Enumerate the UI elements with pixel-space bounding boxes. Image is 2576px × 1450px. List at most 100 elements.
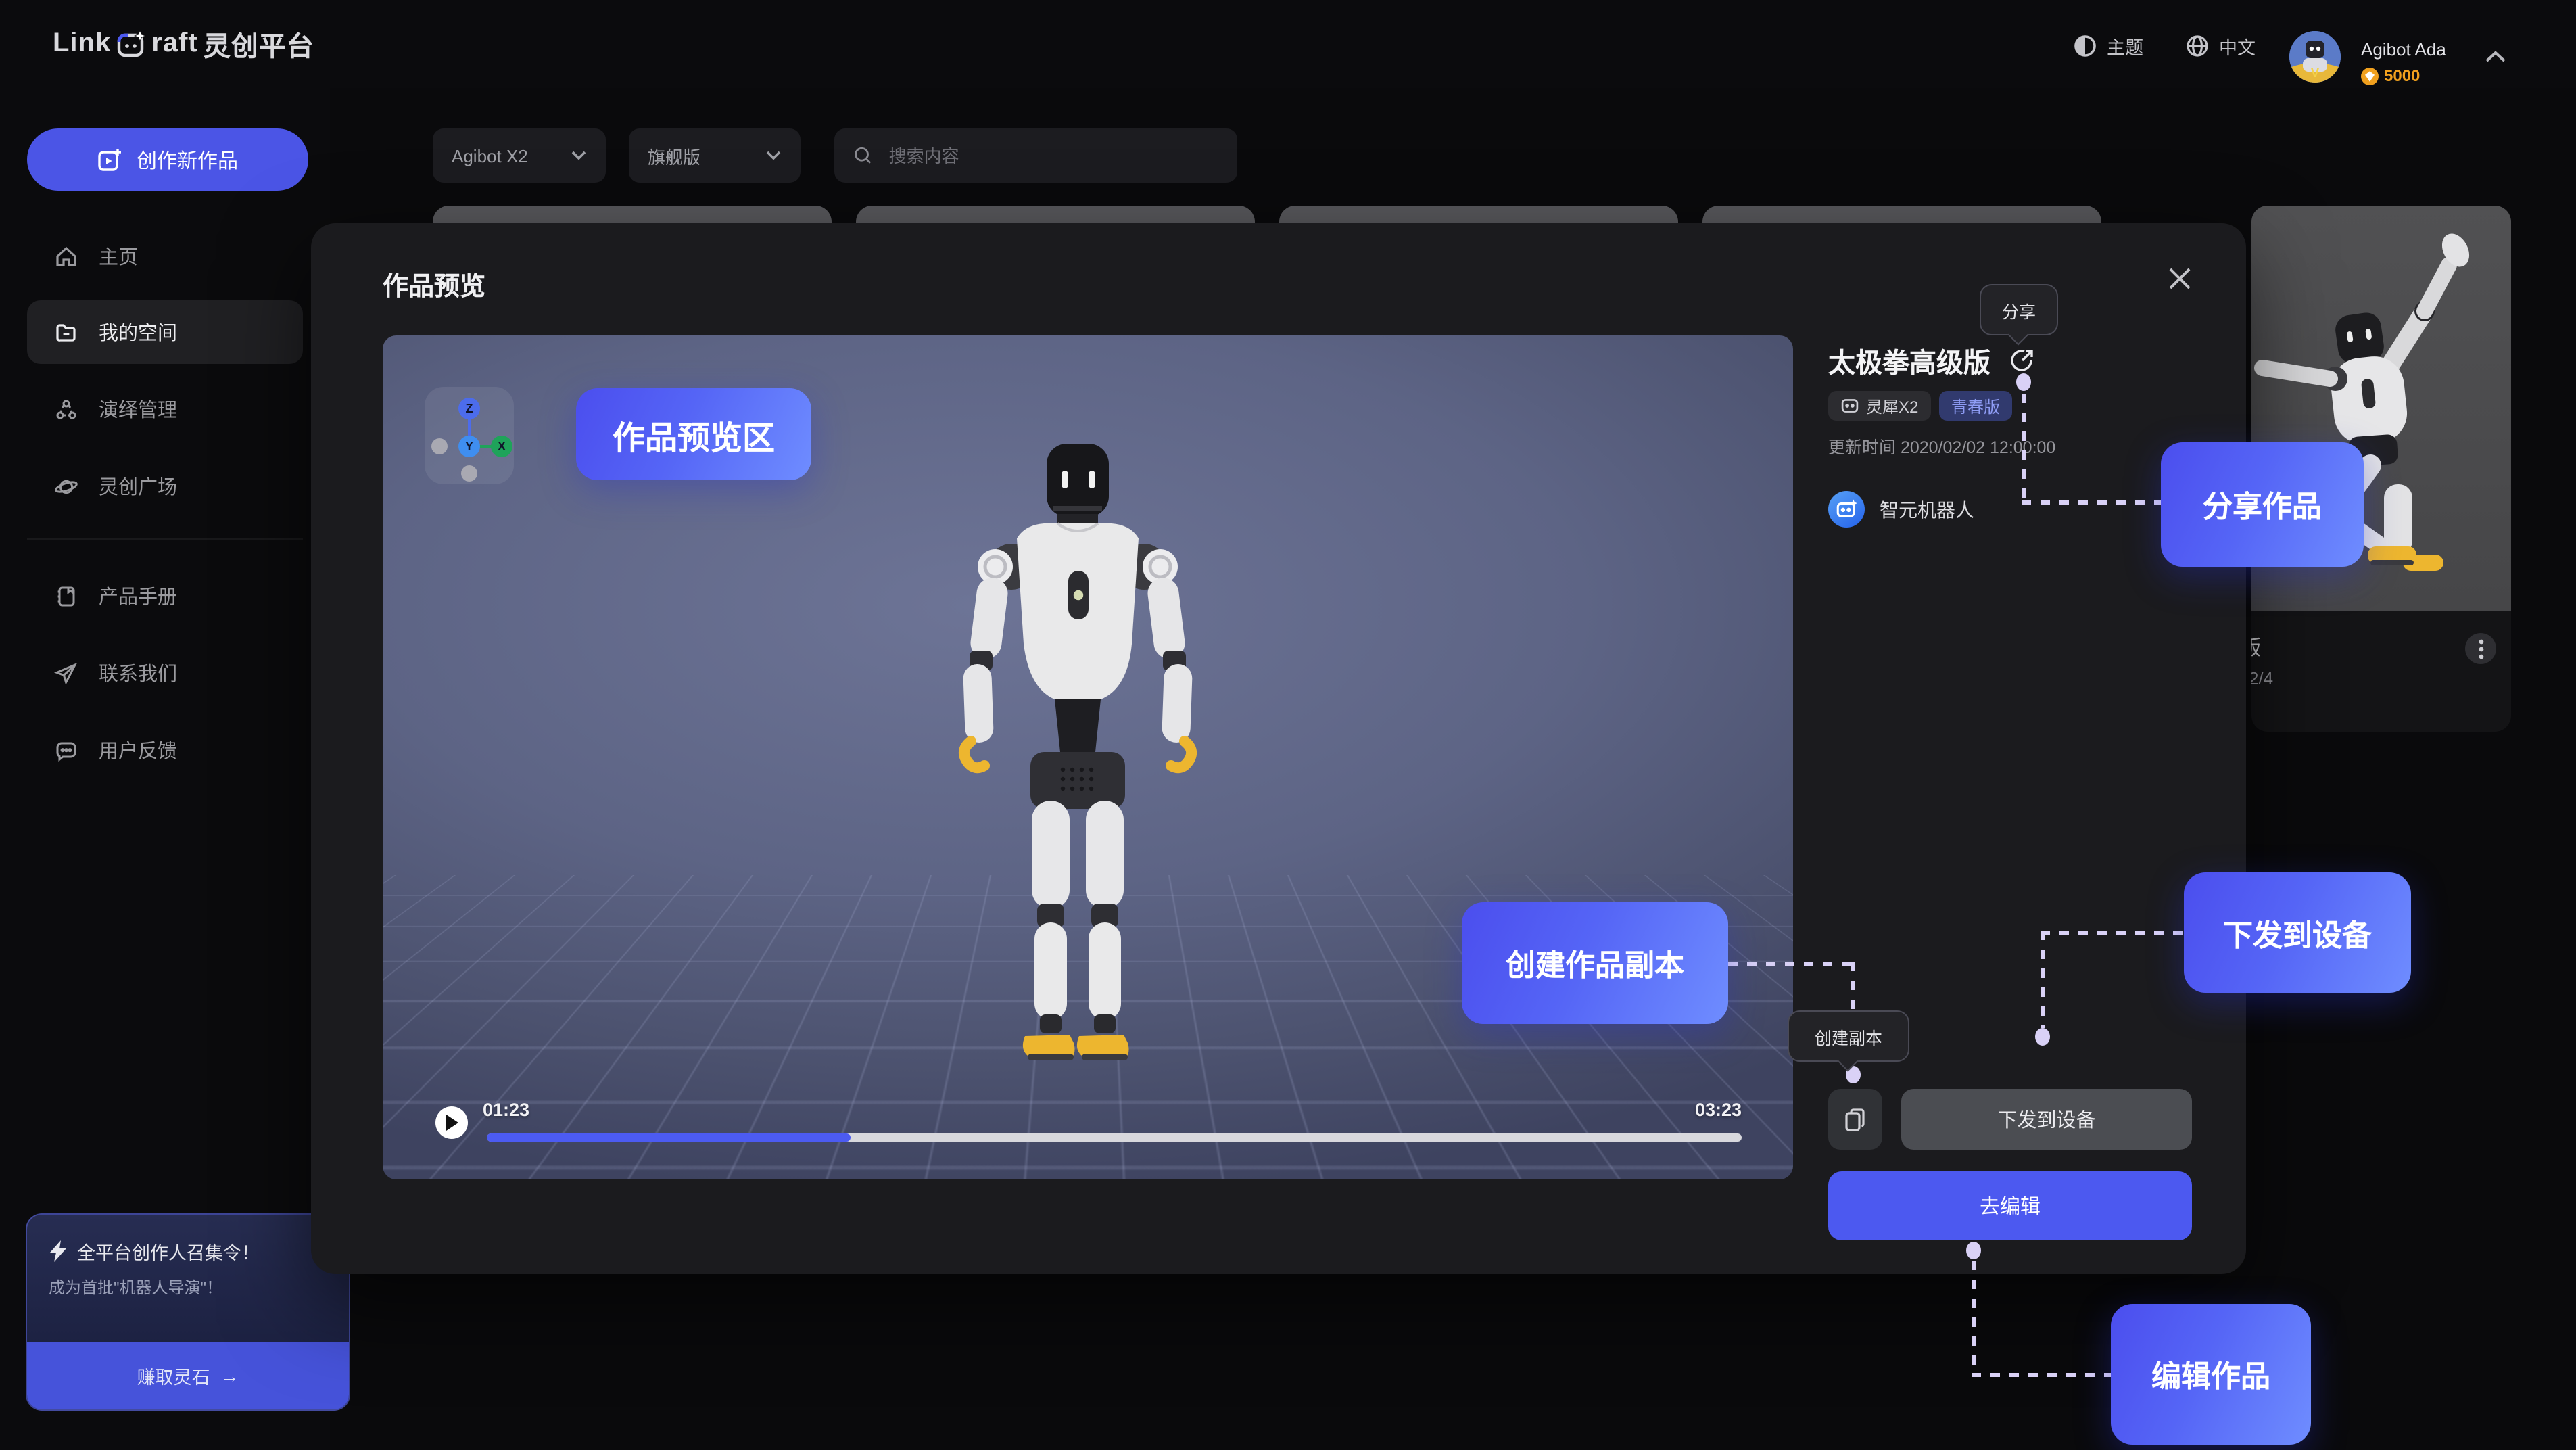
connector-dot: [2016, 373, 2031, 391]
search-icon: [853, 145, 873, 166]
connector-line: [2022, 394, 2026, 503]
modal-title: 作品预览: [383, 266, 485, 303]
copy-icon: [1844, 1107, 1866, 1131]
axis-gizmo[interactable]: Z Y X: [425, 387, 514, 484]
theme-toggle[interactable]: 主题: [2073, 32, 2143, 60]
language-label: 中文: [2219, 32, 2256, 60]
chevron-down-icon: [765, 150, 782, 161]
progress-fill: [487, 1133, 851, 1142]
author-avatar: [1828, 491, 1865, 528]
logo-text-raft: raft: [151, 28, 197, 60]
language-switcher[interactable]: 中文: [2185, 32, 2256, 60]
edition-tag: 青春版: [1939, 391, 2012, 421]
top-header: Link raft 灵创平台 主题 中文: [0, 0, 2576, 88]
connector-line: [2041, 931, 2045, 1028]
author-name: 智元机器人: [1880, 496, 1974, 523]
create-new-work-button[interactable]: 创作新作品: [27, 128, 308, 191]
author-row: 智元机器人: [1828, 491, 1974, 528]
model-tag: 灵犀X2: [1828, 391, 1930, 421]
callout-share-work: 分享作品: [2161, 442, 2364, 567]
sidebar-item-plaza[interactable]: 灵创广场: [27, 454, 303, 518]
card-title-fragment: 版: [2251, 633, 2261, 661]
progress-bar[interactable]: [487, 1133, 1742, 1142]
callout-preview-area: 作品预览区: [576, 388, 811, 480]
folder-icon: [54, 320, 78, 344]
sidebar-item-contact[interactable]: 联系我们: [27, 641, 303, 705]
card-menu-button[interactable]: [2465, 633, 2496, 664]
earn-gems-button[interactable]: 赚取灵石 →: [27, 1342, 349, 1409]
sidebar: 创作新作品 主页 我的空间 演绎管理 灵创广场 产品手册 联系我们: [0, 88, 330, 1450]
handbook-icon: [54, 584, 78, 608]
arrow-right-icon: →: [221, 1365, 239, 1386]
close-icon[interactable]: [2165, 264, 2197, 296]
chevron-down-icon: [571, 150, 587, 161]
sidebar-item-feedback[interactable]: 用户反馈: [27, 718, 303, 782]
deploy-to-device-button[interactable]: 下发到设备: [1901, 1089, 2192, 1150]
gizmo-x-axis: X: [491, 436, 512, 457]
planet-icon: [54, 474, 78, 498]
app-logo: Link raft 灵创平台: [53, 24, 314, 64]
go-edit-button[interactable]: 去编辑: [1828, 1171, 2192, 1240]
gizmo-axis-neg: [431, 438, 448, 454]
total-time: 03:23: [1695, 1100, 1742, 1120]
user-menu-chevron[interactable]: [2484, 49, 2507, 65]
callout-deploy-device: 下发到设备: [2184, 872, 2411, 993]
model-dropdown[interactable]: Agibot X2: [433, 128, 606, 183]
search-box: [834, 128, 1237, 183]
sidebar-divider: [27, 538, 303, 540]
user-coins: 5000: [2361, 66, 2420, 85]
network-nodes-icon: [54, 397, 78, 421]
robot-face-icon: [1840, 396, 1859, 415]
home-icon: [54, 244, 78, 268]
gizmo-y-axis: Y: [458, 436, 480, 457]
svg-text:V: V: [2311, 66, 2319, 80]
coin-gem-icon: [2361, 67, 2379, 85]
connector-line: [2022, 500, 2161, 505]
sidebar-item-home[interactable]: 主页: [27, 225, 303, 288]
lightning-icon: [49, 1240, 68, 1262]
search-input[interactable]: [886, 144, 1218, 167]
gizmo-z-axis: Z: [458, 398, 480, 419]
robot-face-icon: [1835, 498, 1858, 521]
promo-title: 全平台创作人召集令！: [77, 1238, 260, 1265]
connector-dot: [1966, 1242, 1981, 1259]
callout-edit-work: 编辑作品: [2111, 1304, 2311, 1445]
connector-line: [2041, 931, 2184, 935]
copy-work-button[interactable]: [1828, 1089, 1882, 1150]
logo-text-link: Link: [53, 28, 111, 60]
play-icon: [445, 1115, 458, 1131]
theme-label: 主题: [2107, 32, 2143, 60]
robot-face-logo-icon: [116, 29, 146, 59]
kebab-menu-icon: [2478, 638, 2483, 659]
promo-card: 全平台创作人召集令！ 成为首批"机器人导演"！ 赚取灵石 →: [26, 1213, 350, 1411]
play-button[interactable]: [435, 1106, 468, 1139]
card-count: 2/4: [2251, 668, 2273, 688]
globe-icon: [2185, 34, 2210, 58]
connector-line: [1972, 1261, 1976, 1376]
promo-subtitle: 成为首批"机器人导演"！: [49, 1276, 222, 1299]
theme-contrast-icon: [2073, 34, 2097, 58]
robot-figure: [928, 441, 1225, 1077]
user-name: Agibot Ada: [2361, 39, 2446, 60]
work-title: 太极拳高级版: [1828, 341, 1990, 380]
work-preview-modal: 作品预览: [311, 223, 2246, 1274]
share-icon[interactable]: [2009, 348, 2035, 373]
sidebar-item-manual[interactable]: 产品手册: [27, 564, 303, 628]
feedback-chat-icon: [54, 738, 78, 762]
callout-copy-work: 创建作品副本: [1462, 902, 1728, 1024]
connector-line: [1728, 962, 1855, 966]
paper-plane-icon: [54, 661, 78, 685]
app-root: Link raft 灵创平台 主题 中文: [0, 0, 2576, 1450]
sidebar-item-performance-mgmt[interactable]: 演绎管理: [27, 377, 303, 441]
connector-line: [1972, 1373, 2111, 1377]
share-tooltip: 分享: [1980, 284, 2058, 335]
connector-dot: [2035, 1028, 2050, 1046]
logo-text-cn: 灵创平台: [204, 24, 314, 64]
gizmo-axis-neg: [461, 465, 477, 482]
sidebar-item-my-space[interactable]: 我的空间: [27, 300, 303, 364]
create-video-icon: [97, 147, 123, 172]
copy-tooltip: 创建副本: [1788, 1010, 1909, 1062]
current-time: 01:23: [483, 1100, 529, 1120]
edition-dropdown[interactable]: 旗舰版: [629, 128, 801, 183]
user-avatar[interactable]: V: [2289, 31, 2341, 83]
